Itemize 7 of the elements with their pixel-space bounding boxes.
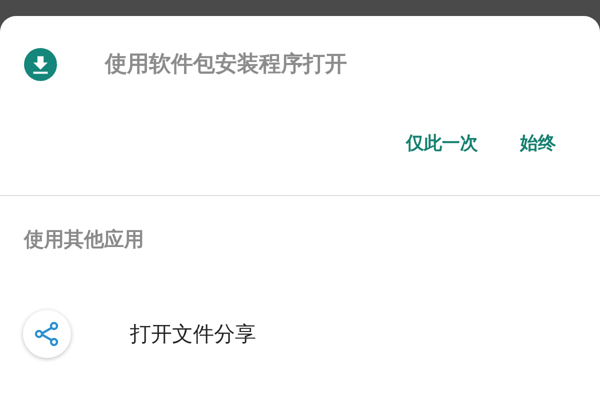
download-icon (24, 48, 57, 80)
section-heading: 使用其他应用 (22, 226, 145, 253)
app-label[interactable]: 打开文件分享 (130, 320, 256, 348)
action-button[interactable]: 始终 (520, 131, 556, 155)
app-title: 使用软件包安装程序打开 (105, 50, 347, 79)
action-button[interactable]: 仅此一次 (406, 131, 478, 155)
share-icon[interactable] (23, 310, 71, 358)
